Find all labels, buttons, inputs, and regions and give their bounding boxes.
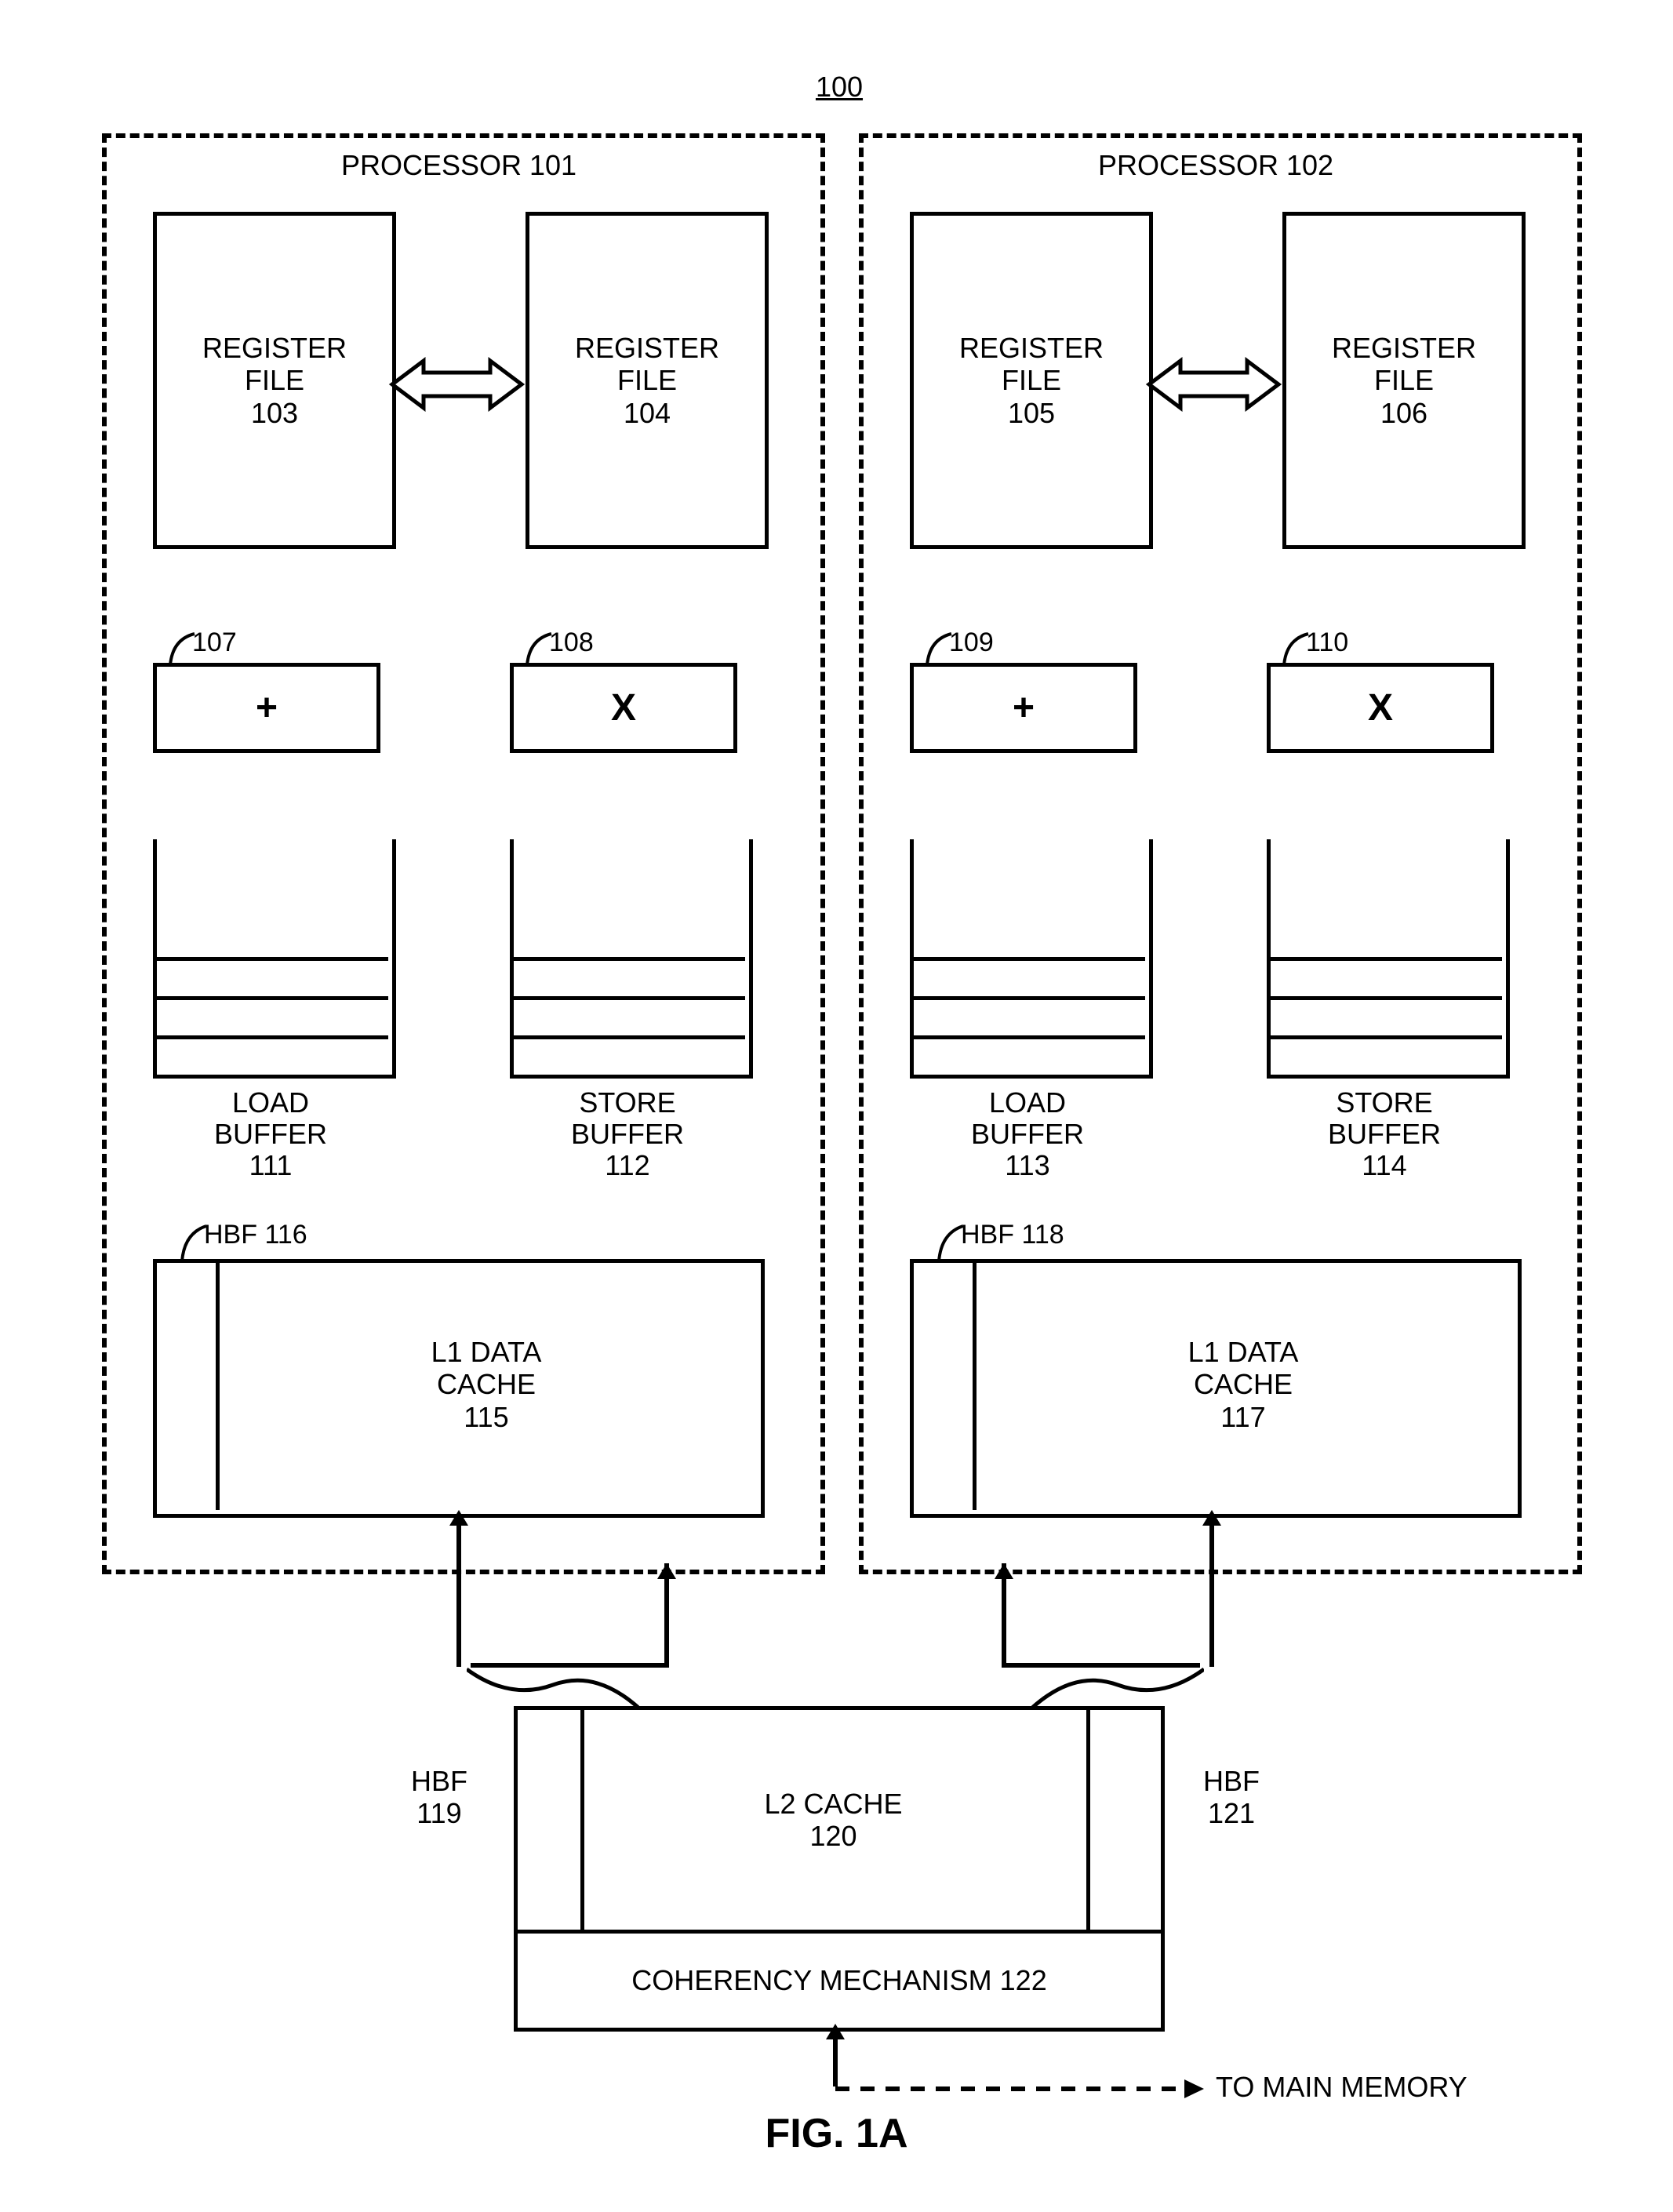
adder-box-107: + bbox=[153, 663, 380, 753]
adder-ref: 107 bbox=[192, 628, 237, 658]
store-buffer-ref: 112 bbox=[510, 1149, 745, 1181]
plus-icon: + bbox=[256, 686, 278, 729]
hbf-ref: 121 bbox=[1208, 1797, 1255, 1829]
load-buffer-label: BUFFER bbox=[910, 1118, 1145, 1150]
processor-101-title: PROCESSOR 101 bbox=[102, 149, 816, 181]
to-main-memory-label: TO MAIN MEMORY bbox=[1216, 2071, 1553, 2103]
hbf-121-label: HBF 121 bbox=[1169, 1765, 1294, 1830]
figure-ref: 100 bbox=[792, 71, 886, 103]
arrow-up-icon bbox=[992, 1563, 1016, 1587]
l1-cache-label-wrap: L1 DATA CACHE 117 bbox=[973, 1259, 1514, 1510]
x-icon: X bbox=[1368, 686, 1393, 729]
buffer-row-divider bbox=[510, 996, 745, 1000]
register-file-104: REGISTER FILE 104 bbox=[526, 212, 769, 549]
ref-tick-icon bbox=[180, 1224, 208, 1263]
dashed-arrow-right-icon bbox=[835, 2077, 1204, 2101]
regfile-label: REGISTER bbox=[1332, 332, 1476, 364]
hbf-divider bbox=[1086, 1706, 1090, 1934]
load-buffer-ref: 113 bbox=[910, 1149, 1145, 1181]
connector-line bbox=[471, 1563, 675, 1673]
buffer-row-divider bbox=[910, 996, 1145, 1000]
buffer-row-divider bbox=[153, 957, 388, 961]
regfile-ref: 106 bbox=[1380, 397, 1428, 429]
processor-102-title: PROCESSOR 102 bbox=[859, 149, 1573, 181]
l2-cache-label-wrap: L2 CACHE 120 bbox=[580, 1706, 1086, 1934]
hbf-label: HBF bbox=[1203, 1765, 1260, 1797]
regfile-label: FILE bbox=[1002, 364, 1061, 396]
double-arrow-icon bbox=[392, 357, 522, 412]
register-file-103: REGISTER FILE 103 bbox=[153, 212, 396, 549]
double-arrow-icon bbox=[1149, 357, 1278, 412]
mult-ref: 108 bbox=[549, 628, 594, 658]
regfile-ref: 103 bbox=[251, 397, 298, 429]
store-buffer-label: BUFFER bbox=[1267, 1118, 1502, 1150]
l1-cache-ref: 115 bbox=[464, 1401, 508, 1433]
mult-box-110: X bbox=[1267, 663, 1494, 753]
load-buffer-ref: 111 bbox=[153, 1149, 388, 1181]
l1-cache-label: L1 DATA bbox=[1188, 1336, 1299, 1368]
l1-cache-label: L1 DATA bbox=[431, 1336, 542, 1368]
regfile-label: FILE bbox=[617, 364, 677, 396]
hbf-label: HBF bbox=[411, 1765, 467, 1797]
load-buffer-label: LOAD bbox=[910, 1086, 1145, 1119]
register-file-105: REGISTER FILE 105 bbox=[910, 212, 1153, 549]
buffer-row-divider bbox=[1267, 957, 1502, 961]
buffer-row-divider bbox=[510, 1035, 745, 1039]
connector-line bbox=[996, 1563, 1200, 1673]
l1-cache-label-wrap: L1 DATA CACHE 115 bbox=[216, 1259, 757, 1510]
store-buffer-ref: 114 bbox=[1267, 1149, 1502, 1181]
arrow-up-icon bbox=[1200, 1510, 1224, 1667]
mult-box-108: X bbox=[510, 663, 737, 753]
arrow-up-icon bbox=[447, 1510, 471, 1667]
x-icon: X bbox=[611, 686, 636, 729]
regfile-ref: 105 bbox=[1008, 397, 1055, 429]
buffer-row-divider bbox=[510, 957, 745, 961]
buffer-row-divider bbox=[153, 1035, 388, 1039]
l1-cache-label: CACHE bbox=[1194, 1368, 1293, 1400]
hbf-label: HBF 118 bbox=[961, 1220, 1064, 1250]
store-buffer-label: BUFFER bbox=[510, 1118, 745, 1150]
buffer-row-divider bbox=[910, 957, 1145, 961]
regfile-label: REGISTER bbox=[959, 332, 1104, 364]
regfile-ref: 104 bbox=[624, 397, 671, 429]
figure-label: FIG. 1A bbox=[0, 2110, 1673, 2157]
mult-ref: 110 bbox=[1306, 628, 1348, 658]
ref-tick-icon bbox=[937, 1224, 965, 1263]
buffer-row-divider bbox=[1267, 1035, 1502, 1039]
hbf-ref: 119 bbox=[416, 1797, 461, 1829]
hbf-119-label: HBF 119 bbox=[376, 1765, 502, 1830]
store-buffer-label: STORE bbox=[1267, 1086, 1502, 1119]
buffer-row-divider bbox=[910, 1035, 1145, 1039]
ref-tick-icon bbox=[526, 631, 553, 667]
regfile-label: REGISTER bbox=[575, 332, 719, 364]
adder-ref: 109 bbox=[949, 628, 994, 658]
buffer-row-divider bbox=[1267, 996, 1502, 1000]
regfile-label: REGISTER bbox=[202, 332, 347, 364]
l2-cache-label: L2 CACHE bbox=[764, 1788, 902, 1820]
l1-cache-ref: 117 bbox=[1220, 1401, 1265, 1433]
hbf-label: HBF 116 bbox=[204, 1220, 307, 1250]
l1-cache-label: CACHE bbox=[437, 1368, 536, 1400]
ref-tick-icon bbox=[926, 631, 953, 667]
regfile-label: FILE bbox=[245, 364, 304, 396]
store-buffer-label: STORE bbox=[510, 1086, 745, 1119]
regfile-label: FILE bbox=[1374, 364, 1434, 396]
buffer-row-divider bbox=[153, 996, 388, 1000]
arrow-up-icon bbox=[655, 1563, 678, 1587]
plus-icon: + bbox=[1013, 686, 1035, 729]
coherency-label: COHERENCY MECHANISM 122 bbox=[631, 1964, 1046, 1996]
load-buffer-label: BUFFER bbox=[153, 1118, 388, 1150]
ref-tick-icon bbox=[1282, 631, 1310, 667]
adder-box-109: + bbox=[910, 663, 1137, 753]
coherency-mechanism-122: COHERENCY MECHANISM 122 bbox=[514, 1930, 1165, 2032]
register-file-106: REGISTER FILE 106 bbox=[1282, 212, 1526, 549]
l2-cache-ref: 120 bbox=[809, 1820, 857, 1852]
load-buffer-label: LOAD bbox=[153, 1086, 388, 1119]
ref-tick-icon bbox=[169, 631, 196, 667]
